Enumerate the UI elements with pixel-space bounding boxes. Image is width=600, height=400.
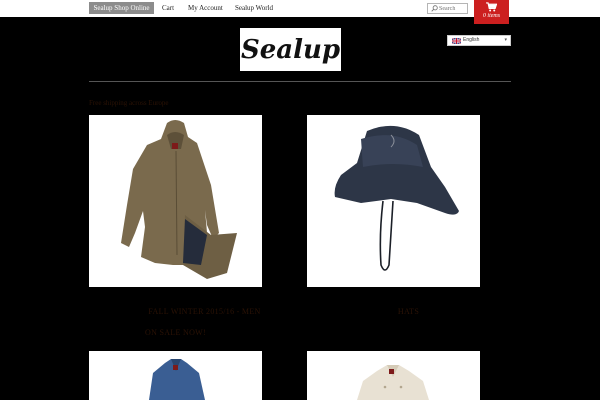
cart-icon <box>486 2 497 12</box>
cart-button[interactable]: 0 items <box>474 0 509 24</box>
cart-count: 0 items <box>482 13 501 19</box>
sealup-logo[interactable]: Sealup <box>240 28 341 71</box>
chevron-down-icon: ▾ <box>504 38 507 43</box>
product-title-men[interactable]: FALL WINTER 2015/16 - MEN <box>89 307 320 316</box>
language-select[interactable]: English ▾ <box>447 35 511 46</box>
nav-my-account[interactable]: My Account <box>188 2 223 14</box>
header-divider <box>89 81 511 82</box>
language-label: English <box>463 37 480 43</box>
search-icon <box>431 5 438 12</box>
product-image-beige-trench[interactable] <box>307 351 480 400</box>
top-nav-bar: Sealup Shop Online Cart My Account Sealu… <box>0 0 600 17</box>
svg-text:Sealup: Sealup <box>241 35 340 65</box>
product-title-hats[interactable]: HATS <box>307 307 510 316</box>
uk-flag-icon <box>452 38 461 44</box>
product-image-men-coat[interactable] <box>89 115 262 287</box>
nav-sealup-shop-online[interactable]: Sealup Shop Online <box>89 2 154 14</box>
product-subtitle-sale: ON SALE NOW! <box>145 328 206 337</box>
nav-cart[interactable]: Cart <box>162 2 174 14</box>
nav-sealup-world[interactable]: Sealup World <box>235 2 273 14</box>
search-box[interactable] <box>427 3 468 14</box>
search-input[interactable] <box>439 4 467 13</box>
promo-text: Free shipping across Europe <box>89 99 169 107</box>
product-image-blue-jacket[interactable] <box>89 351 262 400</box>
product-image-hat[interactable] <box>307 115 480 287</box>
